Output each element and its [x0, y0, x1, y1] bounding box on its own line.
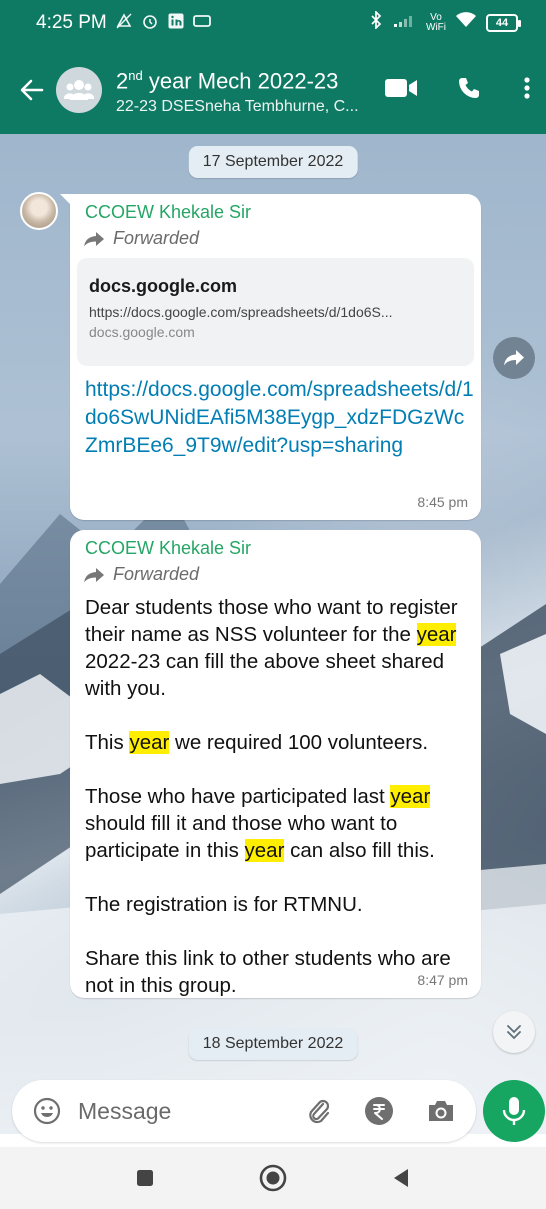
message-composer	[12, 1080, 476, 1142]
text-run: 2022-23 can fill the above sheet shared …	[85, 650, 445, 700]
forward-arrow-icon	[84, 567, 104, 582]
message-text[interactable]: Dear students those who want to register…	[85, 594, 475, 999]
search-highlight: year	[390, 785, 431, 808]
message-link[interactable]: https://docs.google.com/spreadsheets/d/1…	[85, 376, 475, 460]
toolbar-actions	[384, 66, 534, 110]
forwarded-label: Forwarded	[83, 228, 199, 249]
date-separator: 17 September 2022	[188, 146, 358, 178]
double-chevron-down-icon	[507, 1025, 521, 1040]
phone-icon	[459, 78, 479, 98]
message-paragraph: Dear students those who want to register…	[85, 594, 475, 702]
microphone-icon	[502, 1097, 526, 1125]
message-paragraph: This year we required 100 volunteers.	[85, 729, 475, 756]
sender-name[interactable]: CCOEW Khekale Sir	[85, 202, 251, 223]
cast-icon	[192, 14, 211, 32]
app-header: 4:25 PM Vo WiFi 44 2nd year Mech 2022-23…	[0, 0, 546, 134]
text-run: Dear students those who want to register…	[85, 596, 458, 646]
preview-domain: docs.google.com	[89, 324, 195, 340]
signal-icon	[393, 12, 417, 34]
rupee-icon	[365, 1097, 393, 1125]
recents-button[interactable]	[125, 1158, 165, 1198]
home-button[interactable]	[253, 1158, 293, 1198]
link-preview[interactable]: docs.google.com https://docs.google.com/…	[77, 258, 474, 366]
status-bar: 4:25 PM Vo WiFi 44	[0, 0, 546, 46]
linkedin-icon	[167, 12, 185, 34]
camera-button[interactable]	[426, 1096, 456, 1126]
voice-call-button[interactable]	[452, 66, 486, 110]
emoji-button[interactable]	[32, 1096, 62, 1126]
smiley-icon	[33, 1097, 61, 1125]
date-separator: 18 September 2022	[188, 1028, 358, 1060]
camera-icon	[429, 1101, 453, 1121]
system-nav-bar	[0, 1147, 546, 1209]
text-run: This	[85, 731, 130, 754]
text-run: can also fill this.	[284, 839, 435, 862]
vowifi-label: Vo WiFi	[426, 12, 446, 33]
status-time: 4:25 PM	[36, 12, 107, 33]
group-icon	[64, 80, 94, 100]
bluetooth-icon	[368, 9, 384, 35]
sender-avatar[interactable]	[20, 192, 58, 230]
sender-name[interactable]: CCOEW Khekale Sir	[85, 538, 251, 559]
chat-subtitle: 22-23 DSESneha Tembhurne, C...	[116, 97, 359, 115]
search-highlight: year	[416, 623, 457, 646]
chat-titles[interactable]: 2nd year Mech 2022-23 22-23 DSESneha Tem…	[116, 62, 376, 117]
alarm-icon	[141, 12, 159, 34]
message-bubble[interactable]: CCOEW Khekale Sir Forwarded docs.google.…	[60, 194, 481, 520]
search-highlight: year	[244, 839, 285, 862]
preview-title: docs.google.com	[89, 276, 238, 296]
text-run: we required 100 volunteers.	[169, 731, 429, 754]
forwarded-label: Forwarded	[83, 564, 199, 585]
message-input[interactable]	[78, 1097, 278, 1125]
circle-icon	[259, 1164, 287, 1192]
arrow-left-icon	[20, 79, 44, 101]
chat-toolbar: 2nd year Mech 2022-23 22-23 DSESneha Tem…	[0, 46, 546, 134]
message-bubble[interactable]: CCOEW Khekale Sir Forwarded Dear student…	[70, 530, 481, 998]
message-paragraph: Those who have participated last year sh…	[85, 783, 475, 864]
more-options-button[interactable]	[520, 66, 534, 110]
back-button[interactable]	[10, 68, 54, 112]
scroll-to-bottom-button[interactable]	[493, 1011, 535, 1053]
title-suffix: nd	[128, 68, 143, 84]
video-call-button[interactable]	[384, 66, 418, 110]
payment-button[interactable]	[364, 1096, 394, 1126]
search-highlight: year	[129, 731, 170, 754]
title-rest: year Mech 2022-23	[142, 68, 339, 94]
forward-share-button[interactable]	[493, 337, 535, 379]
chat-title: 2nd year Mech 2022-23	[116, 62, 376, 95]
forward-arrow-icon	[84, 231, 104, 246]
message-paragraph: The registration is for RTMNU.	[85, 893, 363, 916]
message-time: 8:45 pm	[417, 494, 468, 510]
square-icon	[137, 1170, 153, 1186]
text-run: Those who have participated last	[85, 785, 391, 808]
notification-icon	[115, 12, 133, 34]
status-right: Vo WiFi 44	[368, 9, 521, 35]
wifi-icon	[455, 11, 477, 35]
paperclip-icon	[309, 1099, 330, 1124]
more-vertical-icon	[524, 77, 530, 99]
attach-button[interactable]	[304, 1096, 334, 1126]
forwarded-text: Forwarded	[113, 564, 200, 584]
group-avatar[interactable]	[56, 67, 102, 113]
preview-url: https://docs.google.com/spreadsheets/d/1…	[89, 304, 393, 320]
battery-icon: 44	[486, 14, 521, 32]
back-nav-button[interactable]	[381, 1158, 421, 1198]
video-camera-icon	[385, 79, 417, 97]
share-arrow-icon	[504, 350, 524, 366]
status-left: 4:25 PM	[36, 12, 211, 34]
voice-record-button[interactable]	[483, 1080, 545, 1142]
title-number: 2	[116, 68, 129, 94]
chat-background: 17 September 2022 CCOEW Khekale Sir Forw…	[0, 134, 546, 1134]
forwarded-text: Forwarded	[113, 228, 200, 248]
triangle-back-icon	[394, 1169, 408, 1187]
message-time: 8:47 pm	[417, 972, 468, 988]
